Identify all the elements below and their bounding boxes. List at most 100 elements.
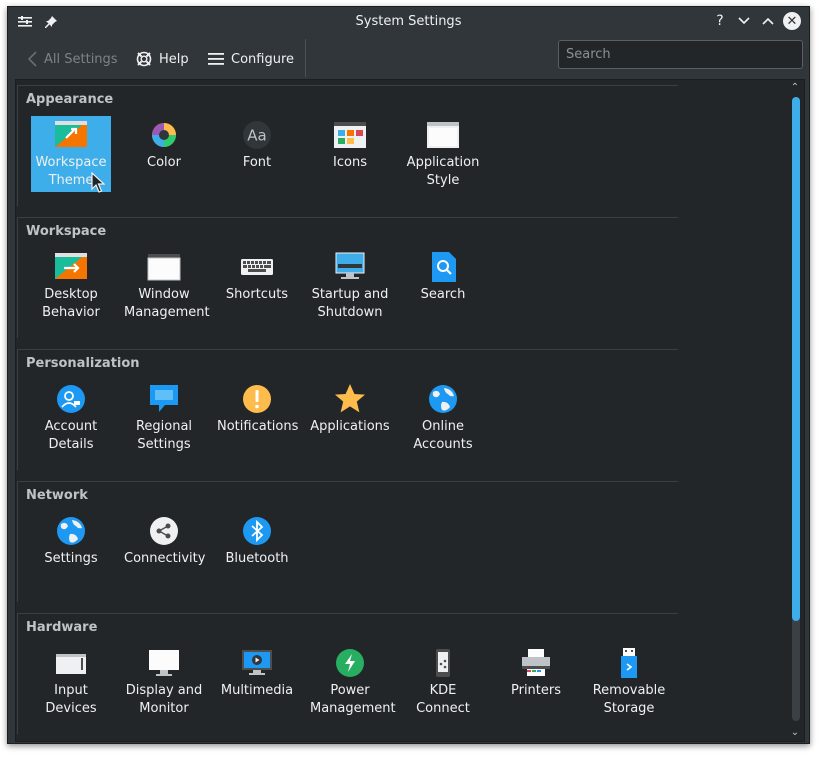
close-button[interactable]: ✕ (783, 12, 801, 30)
category-label: Style (426, 173, 460, 188)
category-item-font[interactable]: Aa Font (217, 116, 297, 192)
category-label: Multimedia (220, 683, 294, 698)
category-label: Application (406, 155, 480, 170)
desktop-behavior-icon (54, 250, 88, 284)
mouse-cursor-icon (91, 172, 105, 193)
category-label: Power (330, 683, 370, 698)
category-label: Bluetooth (225, 551, 289, 566)
category-label: Management (124, 305, 210, 320)
help-lifebuoy-icon (136, 51, 152, 67)
window-title: System Settings (355, 14, 462, 29)
categories-view[interactable]: Appearance Workspace Theme Color Aa Font Icons… (15, 79, 805, 742)
system-settings-window: System Settings ? ✕ All Settings Help Co… (7, 6, 810, 744)
configure-button[interactable]: Configure (208, 46, 294, 72)
category-item-application-style[interactable]: Application Style (403, 116, 483, 192)
chevron-left-icon (28, 51, 37, 67)
category-label: Search (420, 287, 466, 302)
category-label: Notifications (217, 419, 299, 434)
network-settings-icon (54, 514, 88, 548)
search-icon (426, 250, 460, 284)
category-item-applications[interactable]: Applications (310, 380, 390, 456)
application-style-icon (426, 118, 460, 152)
shortcuts-icon (240, 250, 274, 284)
category-label: KDE Connect (416, 683, 470, 716)
category-item-power-management[interactable]: Power Management (310, 644, 396, 720)
kde-connect-icon (426, 646, 460, 680)
section-hardware: Hardware Input Devices Display and Monitor Mu… (17, 613, 678, 734)
maximize-button[interactable] (759, 12, 777, 30)
category-label: Settings (44, 551, 98, 566)
category-item-regional-settings[interactable]: Regional Settings (124, 380, 204, 456)
category-label: Icons (333, 155, 367, 170)
category-item-display-monitor[interactable]: Display and Monitor (124, 644, 204, 720)
category-item-window-management[interactable]: Window Management (124, 248, 210, 324)
category-label: Workspace (35, 155, 107, 170)
category-item-printers[interactable]: Printers (496, 644, 576, 720)
category-item-notifications[interactable]: Notifications (217, 380, 299, 456)
category-item-shortcuts[interactable]: Shortcuts (217, 248, 297, 324)
color-icon (147, 118, 181, 152)
notifications-icon (240, 382, 274, 416)
connectivity-icon (147, 514, 181, 548)
removable-storage-icon (612, 646, 646, 680)
category-item-multimedia[interactable]: Multimedia (217, 644, 297, 720)
workspace-theme-icon (54, 118, 88, 152)
startup-shutdown-icon (333, 250, 367, 284)
input-devices-icon (54, 646, 88, 680)
bluetooth-icon (240, 514, 274, 548)
category-label: Devices (45, 701, 97, 716)
category-item-input-devices[interactable]: Input Devices (31, 644, 111, 720)
section-title: Appearance (26, 92, 114, 107)
category-item-network-settings[interactable]: Settings (31, 512, 111, 588)
back-button[interactable]: All Settings (28, 46, 118, 72)
category-item-connectivity[interactable]: Connectivity (124, 512, 205, 588)
scroll-up-arrow[interactable]: ⌃ (789, 82, 801, 94)
section-title: Network (26, 488, 88, 503)
category-label: Startup and (311, 287, 389, 302)
category-label: Shortcuts (225, 287, 289, 302)
search-input[interactable] (558, 40, 803, 69)
display-monitor-icon (147, 646, 181, 680)
section-title: Personalization (26, 356, 140, 371)
power-management-icon (333, 646, 367, 680)
configure-button-label: Configure (231, 51, 295, 67)
category-item-removable-storage[interactable]: Removable Storage (589, 644, 669, 720)
category-label: Color (147, 155, 181, 170)
category-label: Removable (592, 683, 666, 698)
category-label: Details (48, 437, 94, 452)
category-item-kde-connect[interactable]: KDE Connect (403, 644, 483, 720)
category-item-bluetooth[interactable]: Bluetooth (217, 512, 297, 588)
category-item-icons[interactable]: Icons (310, 116, 390, 192)
back-button-label: All Settings (44, 51, 118, 67)
category-item-startup-shutdown[interactable]: Startup and Shutdown (310, 248, 390, 324)
category-label: Management (310, 701, 396, 716)
window-management-icon (147, 250, 181, 284)
toolbar: All Settings Help Configure (8, 37, 809, 81)
category-item-desktop-behavior[interactable]: Desktop Behavior (31, 248, 111, 324)
hamburger-menu-icon (208, 53, 224, 65)
printers-icon (519, 646, 553, 680)
category-item-online-accounts[interactable]: Online Accounts (403, 380, 483, 456)
category-label: Accounts (413, 437, 473, 452)
font-icon: Aa (240, 118, 274, 152)
category-item-search[interactable]: Search (403, 248, 483, 324)
category-label: Settings (137, 437, 191, 452)
category-item-color[interactable]: Color (124, 116, 204, 192)
toolbar-separator (305, 39, 306, 77)
scroll-down-arrow[interactable]: ⌄ (789, 727, 801, 739)
scrollbar-thumb[interactable] (792, 97, 800, 621)
scrollbar[interactable] (792, 97, 800, 721)
category-label: Behavior (42, 305, 100, 320)
context-help-button[interactable]: ? (711, 12, 729, 30)
section-appearance: Appearance Workspace Theme Color Aa Font Icons… (17, 85, 678, 206)
category-label: Storage (603, 701, 655, 716)
category-item-account-details[interactable]: Account Details (31, 380, 111, 456)
regional-settings-icon (147, 382, 181, 416)
section-workspace: Workspace Desktop Behavior Window Management… (17, 217, 678, 338)
help-button[interactable]: Help (136, 46, 189, 72)
minimize-button[interactable] (735, 12, 753, 30)
category-label: Display and (125, 683, 203, 698)
section-network: Network Settings Connectivity Bluetooth (17, 481, 678, 602)
category-label: Printers (510, 683, 562, 698)
category-label: Shutdown (317, 305, 383, 320)
